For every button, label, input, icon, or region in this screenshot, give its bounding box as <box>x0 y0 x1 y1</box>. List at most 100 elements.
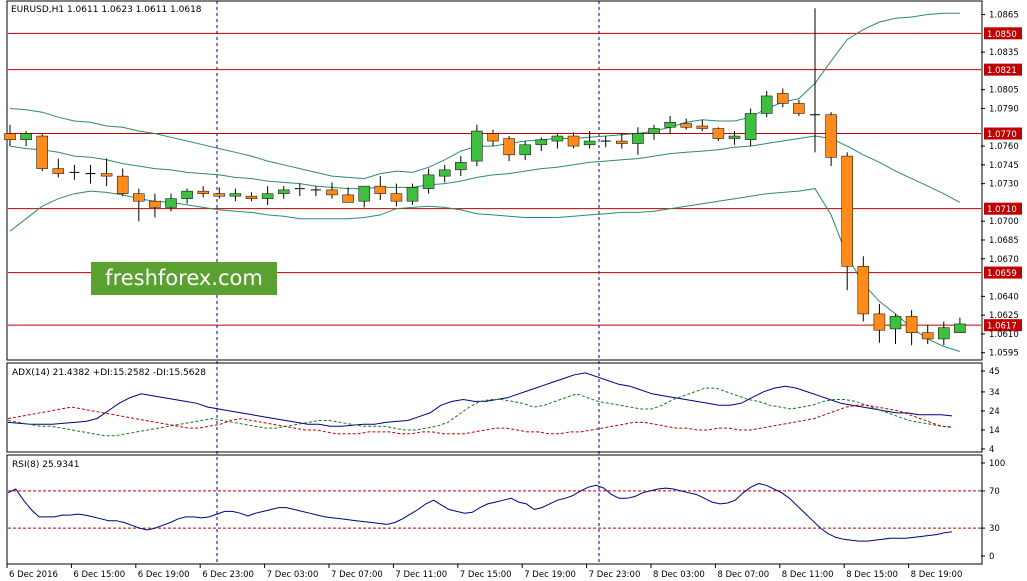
y-tick-label: 1.0805 <box>989 86 1019 96</box>
x-tick-label: 7 Dec 19:00 <box>524 570 576 580</box>
adx-y-tick-label: 14 <box>989 426 1000 436</box>
y-tick-label: 1.0835 <box>989 48 1019 58</box>
candle-bear <box>487 133 499 142</box>
candle-bear <box>680 123 692 128</box>
candle-bull <box>583 140 596 146</box>
candle-bull <box>954 323 966 333</box>
y-tick-label: 1.0730 <box>989 180 1019 190</box>
candle-bear <box>873 313 886 331</box>
x-tick-label: 7 Dec 07:00 <box>331 570 383 580</box>
candle-bear <box>841 155 853 267</box>
y-tick-label: 1.0685 <box>989 236 1019 246</box>
candle-bear <box>696 125 709 129</box>
candle-bear <box>4 133 16 141</box>
candle-bull <box>728 135 741 139</box>
x-tick-label: 7 Dec 11:00 <box>395 570 447 580</box>
candle-bull <box>358 185 370 202</box>
candle-bull <box>229 193 242 197</box>
y-tick-label: 1.0670 <box>989 255 1019 265</box>
adx-title: ADX(14) 21.4382 +DI:15.2582 -DI:15.5628 <box>12 368 206 378</box>
y-tick-label: 1.0640 <box>989 292 1019 302</box>
rsi-panel <box>6 454 983 565</box>
x-tick-label: 7 Dec 23:00 <box>589 570 641 580</box>
candle-bull <box>277 189 290 194</box>
y-tick-label: 1.0700 <box>989 217 1019 227</box>
price-level-label: 1.0710 <box>987 205 1017 215</box>
y-tick-label: 1.0595 <box>989 349 1019 359</box>
y-tick-label: 1.0865 <box>989 11 1019 21</box>
candle-bull <box>760 95 773 114</box>
x-tick-label: 8 Dec 11:00 <box>782 570 834 580</box>
candle-bear <box>213 193 226 197</box>
rsi-title: RSI(8) 25.9341 <box>12 460 79 470</box>
rsi-y-tick-label: 30 <box>989 524 1000 534</box>
candle-bull <box>664 122 676 128</box>
adx-y-tick-label: 34 <box>989 388 1000 398</box>
x-tick-label: 8 Dec 03:00 <box>653 570 705 580</box>
candle-bear <box>567 135 580 147</box>
candle-bear <box>342 194 354 203</box>
candle-bull <box>519 144 531 156</box>
candle-bull <box>938 327 950 340</box>
rsi-y-tick-label: 0 <box>989 552 994 562</box>
candle-bull <box>165 198 177 208</box>
x-tick-label: 6 Dec 15:00 <box>73 570 125 580</box>
chart-title: EURUSD,H1 1.0611 1.0623 1.0611 1.0618 <box>11 5 202 15</box>
x-tick-label: 8 Dec 07:00 <box>717 570 769 580</box>
x-tick-label: 8 Dec 15:00 <box>846 570 898 580</box>
candle-bull <box>406 187 419 202</box>
candle-bull <box>181 190 193 199</box>
x-tick-label: 6 Dec 2016 <box>9 570 58 580</box>
candle-bull <box>889 316 902 330</box>
y-tick-label: 1.0790 <box>989 104 1019 114</box>
candle-bull <box>261 193 274 199</box>
x-tick-label: 7 Dec 03:00 <box>267 570 319 580</box>
candle-bear <box>374 185 387 194</box>
x-tick-label: 6 Dec 23:00 <box>202 570 254 580</box>
candle-bear <box>793 103 805 114</box>
y-tick-label: 1.0745 <box>989 161 1019 171</box>
x-tick-label: 8 Dec 19:00 <box>911 570 963 580</box>
x-tick-label: 7 Dec 15:00 <box>460 570 512 580</box>
candle-bear <box>245 195 258 199</box>
candle-bull <box>422 174 435 189</box>
candle-bull <box>535 139 548 146</box>
candle-bull <box>632 133 644 144</box>
candle-bear <box>326 189 338 196</box>
price-level-label: 1.0850 <box>987 30 1017 40</box>
candle-bear <box>777 93 789 104</box>
candle-bear <box>825 114 837 158</box>
candle-bull <box>648 128 660 134</box>
price-level-label: 1.0821 <box>987 66 1017 76</box>
candle-bull <box>455 162 467 171</box>
rsi-y-tick-label: 70 <box>989 487 1000 497</box>
candle-bear <box>857 266 870 315</box>
candle-bull <box>438 169 451 177</box>
candle-bear <box>503 138 515 156</box>
price-level-label: 1.0659 <box>987 269 1017 279</box>
candle-bull <box>551 135 564 142</box>
candle-bear <box>390 193 403 202</box>
adx-y-tick-label: 4 <box>989 445 994 455</box>
candle-bear <box>905 316 918 333</box>
freshforex-watermark: freshforex.com <box>91 262 277 295</box>
candle-bear <box>616 140 628 144</box>
candle-bear <box>100 173 113 177</box>
rsi-y-tick-label: 100 <box>989 459 1005 469</box>
x-tick-label: 6 Dec 19:00 <box>138 570 190 580</box>
candle-bear <box>36 135 48 169</box>
adx-y-tick-label: 24 <box>989 407 1000 417</box>
candle-bull <box>744 113 757 141</box>
candle-bear <box>712 128 725 139</box>
candle-bear <box>149 200 161 208</box>
candle-bull <box>471 130 483 162</box>
candle-bear <box>133 193 145 202</box>
candle-bear <box>52 168 65 174</box>
candle-bull <box>20 133 32 141</box>
candle-bear <box>197 190 209 194</box>
adx-y-tick-label: 45 <box>989 367 1000 377</box>
candle-bear <box>921 332 934 340</box>
candle-bear <box>116 175 129 194</box>
price-level-label: 1.0770 <box>987 130 1017 140</box>
y-tick-label: 1.0610 <box>989 330 1019 340</box>
